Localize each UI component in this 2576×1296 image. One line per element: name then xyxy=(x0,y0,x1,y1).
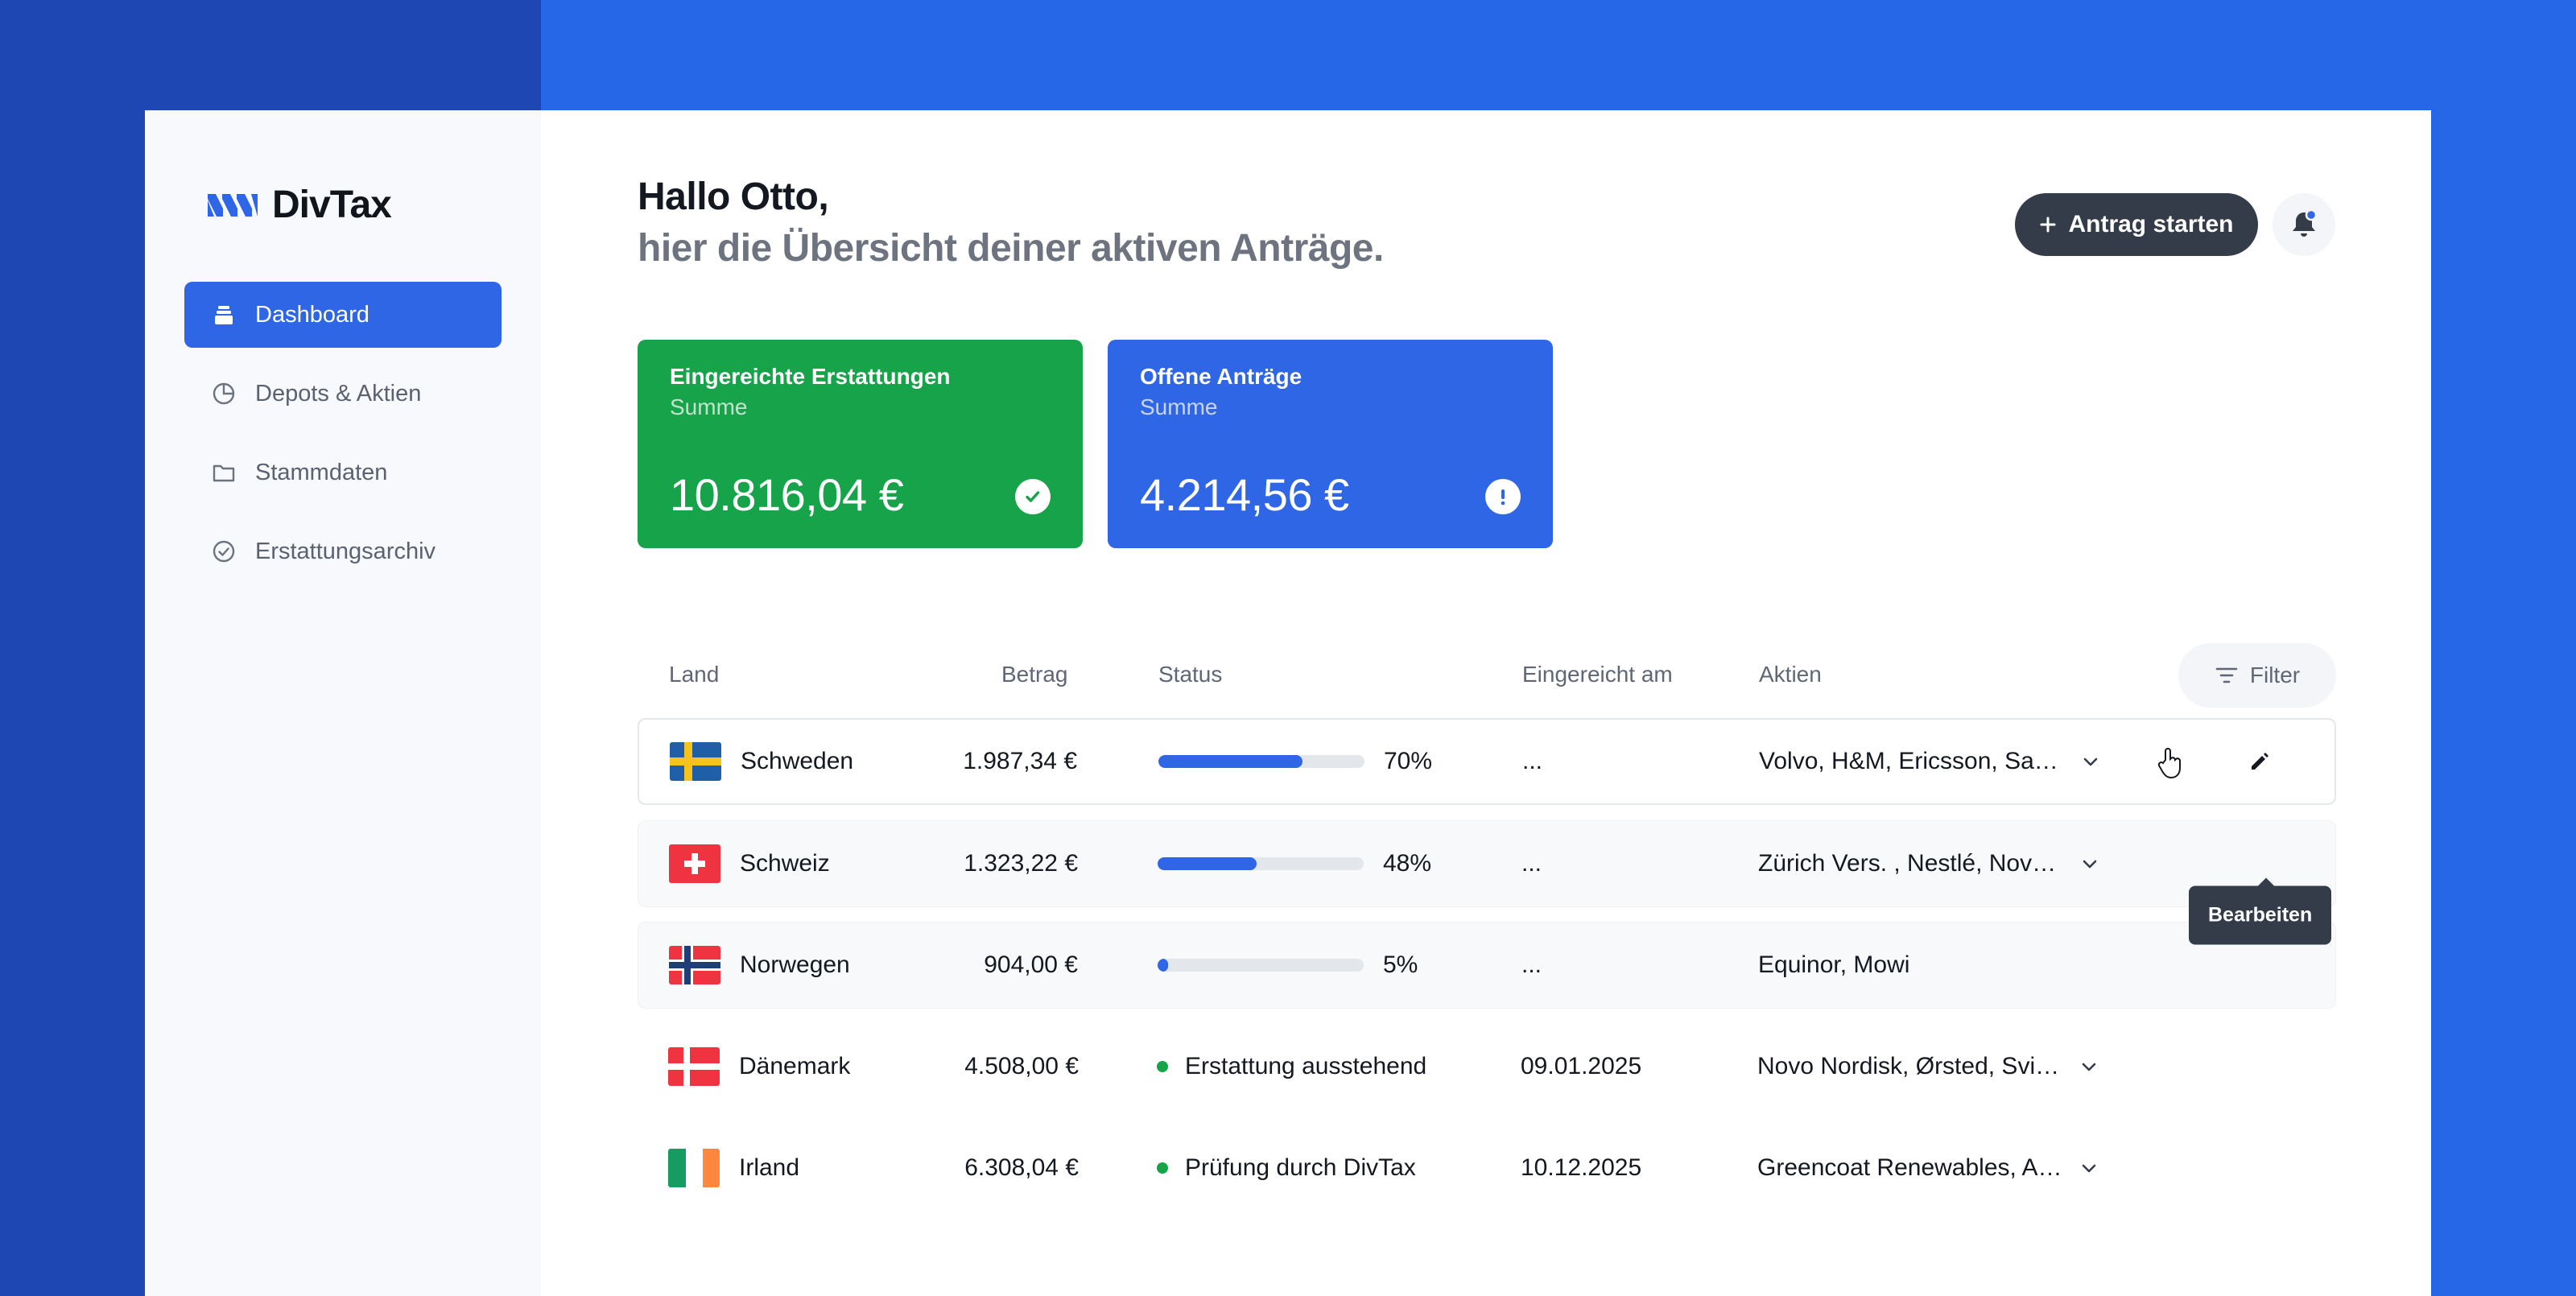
stocks-list: Novo Nordisk, Ørsted, Svitz... xyxy=(1757,1053,2063,1079)
sidebar-item-label: Dashboard xyxy=(255,301,369,328)
sidebar-item-erstattungsarchiv[interactable]: Erstattungsarchiv xyxy=(184,518,502,584)
notifications-button[interactable] xyxy=(2273,193,2335,256)
column-header-status[interactable]: Status xyxy=(1158,662,1222,687)
progress-fill xyxy=(1158,755,1303,768)
denmark-flag-icon xyxy=(668,1047,720,1086)
filter-label: Filter xyxy=(2249,662,2301,687)
column-header-amount[interactable]: Betrag xyxy=(1001,662,1068,687)
sidebar-item-label: Stammdaten xyxy=(255,459,388,485)
progress-fill xyxy=(1158,959,1168,972)
greeting-subtitle: hier die Übersicht deiner aktiven Anträg… xyxy=(638,227,1384,270)
status-text: Prüfung durch DivTax xyxy=(1185,1154,1416,1181)
sidebar-item-dashboard[interactable]: Dashboard xyxy=(184,282,502,348)
open-applications-card[interactable]: Offene Anträge Summe 4.214,56 € xyxy=(1108,340,1553,548)
filter-button[interactable]: Filter xyxy=(2178,643,2336,708)
progress-bar xyxy=(1158,857,1364,870)
progress-bar xyxy=(1158,959,1364,972)
edit-button[interactable] xyxy=(2245,748,2273,775)
column-header-stocks[interactable]: Aktien xyxy=(1759,662,1822,687)
progress-percent: 5% xyxy=(1383,951,1418,978)
greeting-title: Hallo Otto, xyxy=(638,175,829,218)
table-row[interactable]: Schweden 1.987,34 € 70% ... Volvo, H&M, … xyxy=(638,718,2336,805)
submitted-date: 09.01.2025 xyxy=(1521,1053,1642,1079)
edit-tooltip: Bearbeiten xyxy=(2189,877,2332,945)
card-value: 10.816,04 € xyxy=(670,469,904,520)
sidebar-item-depots[interactable]: Depots & Aktien xyxy=(184,361,502,427)
card-subtitle: Summe xyxy=(670,394,748,419)
submitted-date: ... xyxy=(1521,951,1542,978)
status-dot xyxy=(1157,1162,1168,1174)
country-name: Dänemark xyxy=(739,1053,851,1079)
card-value: 4.214,56 € xyxy=(1140,469,1349,520)
sweden-flag-icon xyxy=(670,742,721,781)
hand-cursor-icon xyxy=(2157,748,2181,779)
stocks-list: Greencoat Renewables, Ac... xyxy=(1757,1154,2063,1181)
progress-percent: 48% xyxy=(1383,850,1432,877)
table-row[interactable]: Dänemark 4.508,00 € Erstattung ausstehen… xyxy=(638,1023,2336,1110)
pie-chart-icon xyxy=(210,380,237,407)
check-circle-icon xyxy=(1015,479,1051,514)
ireland-flag-icon xyxy=(668,1149,720,1187)
progress-percent: 70% xyxy=(1384,748,1433,774)
norway-flag-icon xyxy=(669,946,720,984)
tooltip-arrow xyxy=(2258,877,2274,886)
amount-value: 904,00 € xyxy=(984,951,1078,978)
sidebar-item-stammdaten[interactable]: Stammdaten xyxy=(184,440,502,506)
table-row[interactable]: Norwegen 904,00 € 5% ... Equinor, Mowi xyxy=(638,922,2336,1009)
status-text: Erstattung ausstehend xyxy=(1185,1053,1427,1079)
chevron-down-icon[interactable] xyxy=(2079,853,2100,874)
amount-value: 1.323,22 € xyxy=(964,850,1078,877)
amount-value: 6.308,04 € xyxy=(964,1154,1079,1181)
country-name: Norwegen xyxy=(740,951,850,978)
filter-icon xyxy=(2215,667,2238,683)
progress-fill xyxy=(1158,857,1257,870)
app-window: DivTax Dashboard Depots & Aktien Stammda… xyxy=(145,110,2431,1296)
plus-icon xyxy=(2040,217,2056,233)
bell-icon xyxy=(2293,208,2318,237)
sidebar-item-label: Depots & Aktien xyxy=(255,380,422,407)
column-header-submitted[interactable]: Eingereicht am xyxy=(1522,662,1673,687)
submitted-date: 10.12.2025 xyxy=(1521,1154,1642,1181)
divtax-logo-icon xyxy=(208,193,258,217)
stocks-list: Equinor, Mowi xyxy=(1758,951,1910,978)
table-row[interactable]: Schweiz 1.323,22 € 48% ... Zürich Vers. … xyxy=(638,820,2336,907)
start-application-button[interactable]: Antrag starten xyxy=(2015,193,2258,256)
country-name: Schweiz xyxy=(740,850,830,877)
submitted-date: ... xyxy=(1522,748,1543,774)
country-name: Irland xyxy=(739,1154,800,1181)
sidebar: DivTax Dashboard Depots & Aktien Stammda… xyxy=(145,110,541,1296)
card-title: Offene Anträge xyxy=(1140,364,1302,389)
table-row[interactable]: Irland 6.308,04 € Prüfung durch DivTax 1… xyxy=(638,1125,2336,1211)
amount-value: 1.987,34 € xyxy=(963,748,1077,774)
sidebar-item-label: Erstattungsarchiv xyxy=(255,538,436,564)
tooltip-text: Bearbeiten xyxy=(2189,885,2332,945)
column-header-country[interactable]: Land xyxy=(669,662,719,687)
status-dot xyxy=(1157,1061,1168,1072)
progress-bar xyxy=(1158,755,1364,768)
submitted-date: ... xyxy=(1521,850,1542,877)
card-subtitle: Summe xyxy=(1140,394,1218,419)
stocks-list: Volvo, H&M, Ericsson, Sandv... xyxy=(1759,748,2065,774)
logo[interactable]: DivTax xyxy=(206,183,392,227)
chevron-down-icon[interactable] xyxy=(2079,1056,2099,1077)
switzerland-flag-icon xyxy=(669,844,720,883)
stack-icon xyxy=(210,301,237,328)
chevron-down-icon[interactable] xyxy=(2080,751,2101,772)
submitted-refunds-card[interactable]: Eingereichte Erstattungen Summe 10.816,0… xyxy=(638,340,1083,548)
folder-icon xyxy=(210,459,237,486)
main-content: Hallo Otto, hier die Übersicht deiner ak… xyxy=(638,110,2431,1296)
card-title: Eingereichte Erstattungen xyxy=(670,364,951,389)
chevron-down-icon[interactable] xyxy=(2079,1158,2099,1178)
check-circle-icon xyxy=(210,538,237,565)
country-name: Schweden xyxy=(741,748,854,774)
exclamation-circle-icon xyxy=(1485,479,1521,514)
logo-text: DivTax xyxy=(272,184,392,226)
pencil-icon xyxy=(2252,753,2268,770)
start-application-label: Antrag starten xyxy=(2068,211,2234,237)
amount-value: 4.508,00 € xyxy=(964,1053,1079,1079)
stocks-list: Zürich Vers. , Nestlé, Novarti... xyxy=(1758,850,2064,877)
